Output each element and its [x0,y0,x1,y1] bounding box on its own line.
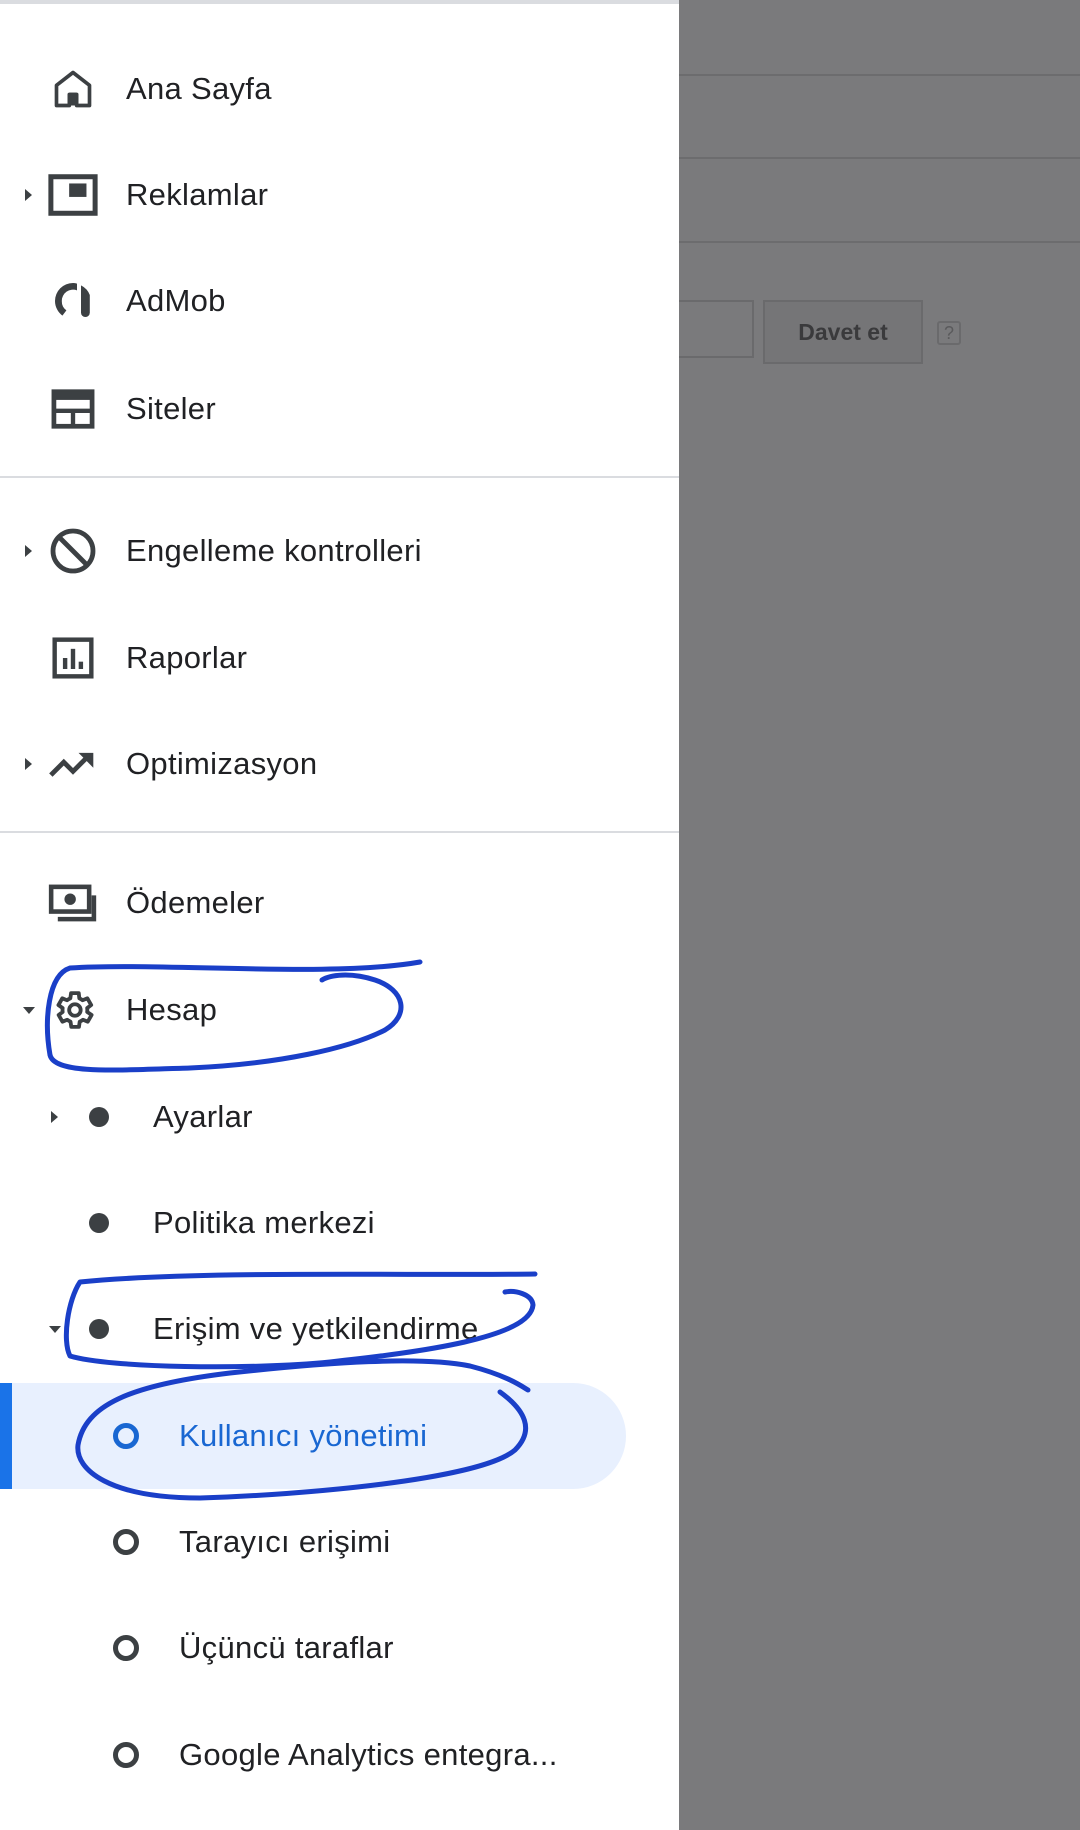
ring-bullet-icon [113,1742,139,1768]
expand-caret-icon[interactable] [22,544,36,558]
trending-up-icon [48,739,98,789]
nav-label: Erişim ve yetkilendirme [153,1311,479,1346]
expand-caret-icon[interactable] [22,757,36,771]
background-divider [679,157,1080,159]
nav-label: Reklamlar [126,177,269,212]
nav-label: Ödemeler [126,885,265,920]
block-icon [48,526,98,576]
nav-label: Raporlar [126,640,248,675]
bullet-icon [89,1107,109,1127]
background-divider [679,74,1080,76]
nav-label: Üçüncü taraflar [179,1630,394,1665]
nav-item-blocking-controls[interactable]: Engelleme kontrolleri [0,498,679,604]
divider [0,476,679,478]
bullet-icon [89,1213,109,1233]
nav-item-ads[interactable]: Reklamlar [0,142,679,248]
payments-icon [48,878,98,928]
nav-item-third-parties[interactable]: Üçüncü taraflar [0,1595,679,1701]
home-icon [48,64,98,114]
nav-label: AdMob [126,283,226,318]
nav-label: Politika merkezi [153,1205,375,1240]
collapse-caret-icon[interactable] [48,1322,62,1336]
nav-item-admob[interactable]: AdMob [0,248,679,354]
expand-caret-icon[interactable] [22,188,36,202]
invite-button[interactable]: Davet et [763,300,923,364]
nav-item-home[interactable]: Ana Sayfa [0,36,679,142]
nav-item-payments[interactable]: Ödemeler [0,850,679,956]
nav-item-access-authorization[interactable]: Erişim ve yetkilendirme [0,1276,679,1382]
nav-item-crawler-access[interactable]: Tarayıcı erişimi [0,1489,679,1595]
admob-icon [48,276,98,326]
ads-icon [48,170,98,220]
nav-item-optimization[interactable]: Optimizasyon [0,711,679,817]
sites-icon [48,384,98,434]
nav-label: Siteler [126,391,216,426]
nav-item-settings[interactable]: Ayarlar [0,1064,679,1170]
nav-label: Ana Sayfa [126,71,272,106]
nav-item-sites[interactable]: Siteler [0,356,679,462]
nav-label: Google Analytics entegra... [179,1737,558,1772]
ring-bullet-icon [113,1423,139,1449]
nav-item-account[interactable]: Hesap [0,957,679,1063]
nav-label: Engelleme kontrolleri [126,533,422,568]
background-divider [679,241,1080,243]
nav-label: Tarayıcı erişimi [179,1524,391,1559]
help-icon[interactable]: ? [937,321,961,345]
ring-bullet-icon [113,1635,139,1661]
nav-label: Hesap [126,992,218,1027]
nav-label: Ayarlar [153,1099,253,1134]
nav-item-policy-center[interactable]: Politika merkezi [0,1170,679,1276]
collapse-caret-icon[interactable] [22,1003,36,1017]
expand-caret-icon[interactable] [48,1110,62,1124]
nav-label: Optimizasyon [126,746,318,781]
navigation-drawer: Ana Sayfa Reklamlar AdMob Siteler Engell… [0,0,679,1830]
divider [0,831,679,833]
nav-item-reports[interactable]: Raporlar [0,605,679,711]
nav-item-user-management[interactable]: Kullanıcı yönetimi [0,1383,679,1489]
nav-item-analytics-integration[interactable]: Google Analytics entegra... [0,1702,679,1808]
bar-chart-icon [48,633,98,683]
ring-bullet-icon [113,1529,139,1555]
bullet-icon [89,1319,109,1339]
gear-icon [48,985,98,1035]
nav-label-active: Kullanıcı yönetimi [179,1418,428,1453]
